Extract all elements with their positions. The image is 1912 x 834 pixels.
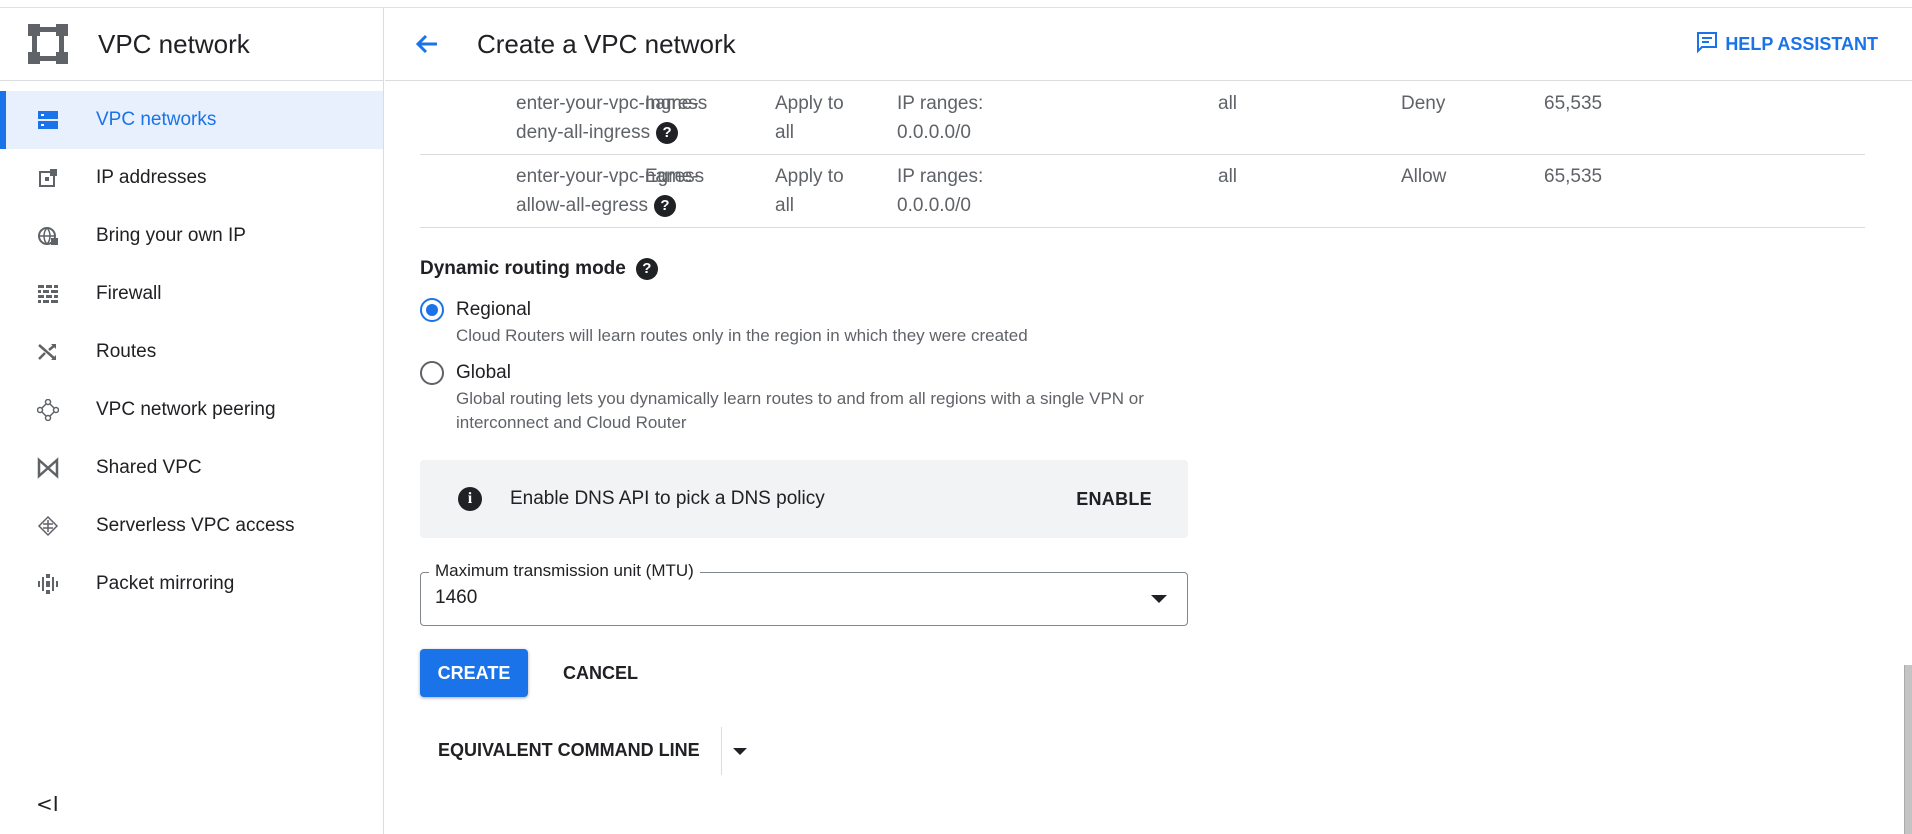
help-icon[interactable]: ? — [635, 258, 658, 280]
sidebar-header: VPC network — [0, 8, 383, 81]
equivalent-command-line-button[interactable]: EQUIVALENT COMMAND LINE — [438, 726, 700, 774]
routes-icon — [36, 340, 60, 364]
vpc-networks-icon — [36, 108, 60, 132]
sidebar-item-label: VPC network peering — [96, 399, 276, 420]
mtu-value: 1460 — [435, 587, 478, 608]
sidebar-item-packet-mirroring[interactable]: Packet mirroring — [0, 555, 383, 613]
apply-line: Apply to — [775, 93, 844, 114]
regional-description: Cloud Routers will learn routes only in … — [456, 326, 1028, 345]
back-arrow-icon[interactable] — [411, 28, 443, 60]
protocols-cell: all — [1218, 166, 1238, 187]
ip-line: 0.0.0.0/0 — [897, 122, 971, 143]
sidebar-item-vpc-networks[interactable]: VPC networks — [0, 91, 383, 149]
apply-line: Apply to — [775, 166, 844, 187]
global-radio[interactable] — [420, 361, 444, 385]
scrollbar[interactable] — [1904, 665, 1912, 834]
page-header: Create a VPC network HELP ASSISTANT — [385, 8, 1912, 81]
serverless-icon — [36, 514, 60, 538]
priority-cell: 65,535 — [1544, 93, 1603, 114]
table-row: enter-your-vpc-name- allow-all-egress? E… — [420, 155, 1865, 228]
sidebar-item-label: IP addresses — [96, 167, 207, 188]
protocols-cell: all — [1218, 93, 1238, 114]
dropdown-arrow-icon[interactable] — [733, 748, 747, 755]
sidebar-item-label: Routes — [96, 341, 157, 362]
main-content: enter-your-vpc-name- deny-all-ingress? I… — [385, 82, 1912, 834]
sidebar-item-label: Shared VPC — [96, 457, 202, 478]
enable-dns-button[interactable]: ENABLE — [1076, 489, 1152, 510]
button-divider — [721, 727, 722, 775]
dns-info-banner: i Enable DNS API to pick a DNS policy EN… — [420, 460, 1188, 538]
packet-mirroring-icon — [36, 572, 60, 596]
peering-icon — [36, 398, 60, 422]
rule-name-text: deny-all-ingress — [516, 122, 651, 143]
regional-label: Regional — [456, 299, 531, 320]
global-description: Global routing lets you dynamically lear… — [456, 389, 1144, 432]
ip-line: IP ranges: — [897, 93, 984, 114]
regional-radio[interactable] — [420, 298, 444, 322]
sidebar-item-serverless-vpc-access[interactable]: Serverless VPC access — [0, 497, 383, 555]
help-icon[interactable]: ? — [656, 121, 679, 144]
dynamic-routing-label: Dynamic routing mode ? — [420, 258, 658, 280]
shared-vpc-icon — [36, 456, 60, 480]
mtu-select[interactable]: Maximum transmission unit (MTU) 1460 — [420, 561, 1188, 626]
apply-to-cell: Apply to all — [775, 89, 865, 147]
rule-name-text: allow-all-egress — [516, 195, 648, 216]
radio-text: Global Global routing lets you dynamical… — [456, 359, 1216, 435]
ip-ranges-cell: IP ranges: 0.0.0.0/0 — [897, 162, 1077, 220]
firewall-rules-table: enter-your-vpc-name- deny-all-ingress? I… — [420, 82, 1865, 228]
sidebar-title: VPC network — [98, 28, 250, 59]
sidebar-item-vpc-network-peering[interactable]: VPC network peering — [0, 381, 383, 439]
info-icon: i — [458, 487, 482, 511]
rule-name-line: deny-all-ingress? — [516, 118, 726, 147]
apply-line: all — [775, 195, 795, 216]
sidebar-item-label: Serverless VPC access — [96, 515, 295, 536]
help-assistant-label: HELP ASSISTANT — [1725, 34, 1878, 54]
ip-ranges-cell: IP ranges: 0.0.0.0/0 — [897, 89, 1077, 147]
top-border — [0, 0, 1912, 8]
help-icon[interactable]: ? — [654, 194, 676, 217]
sidebar-item-label: Packet mirroring — [96, 573, 235, 594]
sidebar-item-firewall[interactable]: Firewall — [0, 265, 383, 323]
dns-message: Enable DNS API to pick a DNS policy — [510, 488, 825, 509]
vpc-network-logo-icon — [26, 22, 70, 66]
global-label: Global — [456, 362, 511, 383]
rule-name-line: allow-all-egress? — [516, 191, 726, 220]
sidebar-item-bring-your-own-ip[interactable]: Bring your own IP — [0, 207, 383, 265]
priority-cell: 65,535 — [1544, 166, 1603, 187]
feedback-icon — [1695, 30, 1719, 59]
ip-addresses-icon — [36, 166, 60, 190]
sidebar-item-ip-addresses[interactable]: IP addresses — [0, 149, 383, 207]
routing-option-global[interactable]: Global Global routing lets you dynamical… — [420, 359, 1216, 435]
direction-cell: Ingress — [645, 93, 708, 114]
routing-option-regional[interactable]: Regional Cloud Routers will learn routes… — [420, 296, 1216, 348]
apply-line: all — [775, 122, 795, 143]
table-row: enter-your-vpc-name- deny-all-ingress? I… — [420, 82, 1865, 155]
sidebar-item-label: Bring your own IP — [96, 225, 246, 246]
sidebar: VPC network VPC networks IP addresses Br… — [0, 8, 384, 834]
sidebar-item-label: VPC networks — [96, 109, 217, 130]
dynamic-routing-text: Dynamic routing mode — [420, 258, 626, 279]
firewall-icon — [36, 282, 60, 306]
action-cell: Allow — [1401, 166, 1447, 187]
sidebar-nav: VPC networks IP addresses Bring your own… — [0, 81, 383, 613]
help-assistant-button[interactable]: HELP ASSISTANT — [1695, 30, 1878, 59]
mtu-label: Maximum transmission unit (MTU) — [429, 561, 700, 581]
sidebar-item-shared-vpc[interactable]: Shared VPC — [0, 439, 383, 497]
collapse-sidebar-button[interactable]: <I — [36, 792, 59, 816]
globe-icon — [36, 224, 60, 248]
cancel-button[interactable]: CANCEL — [563, 649, 638, 697]
sidebar-item-routes[interactable]: Routes — [0, 323, 383, 381]
page-title: Create a VPC network — [477, 28, 736, 59]
direction-cell: Egress — [645, 166, 705, 187]
ip-line: IP ranges: — [897, 166, 984, 187]
sidebar-item-label: Firewall — [96, 283, 162, 304]
dropdown-arrow-icon — [1151, 595, 1167, 603]
create-button[interactable]: CREATE — [420, 649, 528, 697]
radio-text: Regional Cloud Routers will learn routes… — [456, 296, 1216, 348]
action-cell: Deny — [1401, 93, 1446, 114]
ip-line: 0.0.0.0/0 — [897, 195, 971, 216]
apply-to-cell: Apply to all — [775, 162, 865, 220]
